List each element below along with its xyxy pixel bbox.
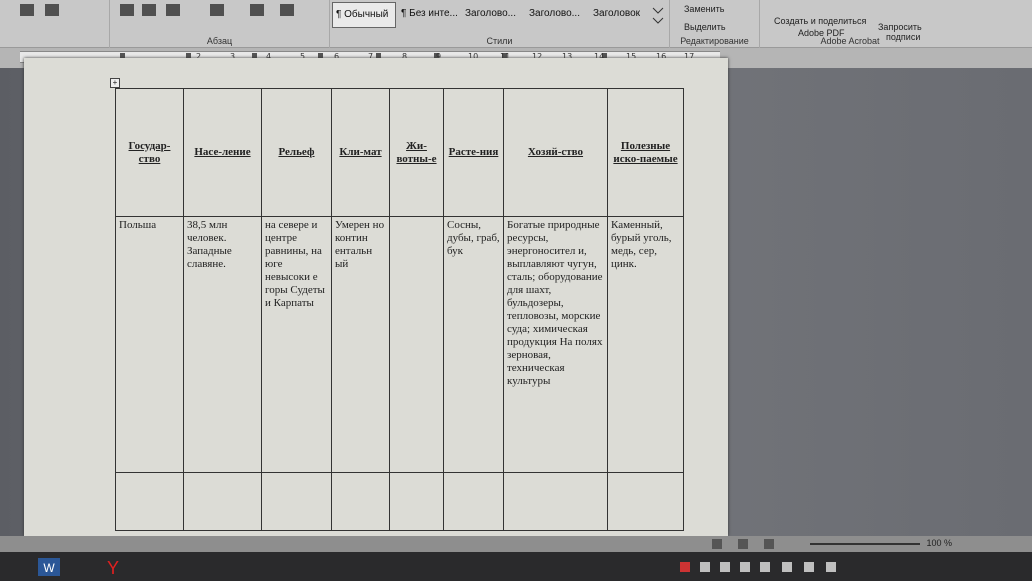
style-heading-1[interactable]: Заголово... [462, 2, 524, 28]
table-cell[interactable] [607, 472, 684, 531]
style-no-spacing[interactable]: ¶ Без инте... [398, 2, 460, 28]
table-header-cell[interactable]: Государ-ство [115, 88, 184, 217]
table-cell[interactable]: Польша [115, 216, 184, 473]
print-layout-icon[interactable] [738, 539, 748, 549]
table-header-cell[interactable]: Рельеф [261, 88, 332, 217]
table-cell[interactable] [331, 472, 390, 531]
volume-icon[interactable] [804, 562, 814, 572]
chevron-down-icon [652, 7, 664, 24]
select-button[interactable]: Выделить [684, 22, 726, 32]
table-row-empty [115, 472, 684, 531]
web-layout-icon[interactable] [764, 539, 774, 549]
table-cell[interactable]: Богатые природные ресурсы, энергоносител… [503, 216, 608, 473]
tray-app-icon[interactable] [740, 562, 750, 572]
create-share-button[interactable]: Создать и поделиться [774, 16, 866, 26]
align-center-icon[interactable] [142, 4, 156, 16]
read-mode-icon[interactable] [712, 539, 722, 549]
acrobat-group-label: Adobe Acrobat [820, 36, 880, 46]
style-heading-2[interactable]: Заголово... [526, 2, 588, 28]
zoom-slider[interactable] [810, 543, 920, 545]
table-cell[interactable]: на севере и центре равнины, на юге невыс… [261, 216, 332, 473]
table-cell[interactable]: Умерен но контин ентальн ый [331, 216, 390, 473]
table-header-cell[interactable]: Кли-мат [331, 88, 390, 217]
ribbon-group-editing: Заменить Выделить Редактирование [670, 0, 760, 48]
ribbon-group-styles: ¶ Обычный ¶ Без инте... Заголово... Заго… [330, 0, 670, 48]
ribbon-group-paragraph: Абзац [110, 0, 330, 48]
align-right-icon[interactable] [166, 4, 180, 16]
borders-icon[interactable] [280, 4, 294, 16]
document-table: Государ-ство Насе-ление Рельеф Кли-мат Ж… [115, 88, 684, 531]
ribbon: Абзац ¶ Обычный ¶ Без инте... Заголово..… [0, 0, 1032, 48]
taskbar: W Y [0, 552, 1032, 581]
tray-app-icon[interactable] [720, 562, 730, 572]
table-header-cell[interactable]: Хозяй-ство [503, 88, 608, 217]
bullets-icon[interactable] [20, 4, 34, 16]
table-cell[interactable]: 38,5 млн человек. Западные славяне. [183, 216, 262, 473]
yandex-browser-icon[interactable]: Y [100, 556, 126, 578]
table-cell[interactable]: Каменный, бурый уголь, медь, сер, цинк. [607, 216, 684, 473]
replace-button[interactable]: Заменить [684, 4, 724, 14]
table-cell[interactable]: Сосны, дубы, граб, бук [443, 216, 504, 473]
table-cell[interactable] [115, 472, 184, 531]
network-icon[interactable] [782, 562, 792, 572]
editing-group-label: Редактирование [680, 36, 749, 46]
table-move-handle-icon[interactable]: + [110, 78, 120, 88]
request-signatures-button[interactable]: Запросить [878, 22, 922, 32]
zoom-level[interactable]: 100 % [926, 538, 952, 548]
styles-group-label: Стили [486, 36, 513, 46]
language-icon[interactable] [826, 562, 836, 572]
svg-text:Y: Y [107, 558, 119, 578]
line-spacing-icon[interactable] [210, 4, 224, 16]
tray-app-icon[interactable] [700, 562, 710, 572]
table-cell[interactable] [503, 472, 608, 531]
table-header-cell[interactable]: Полезные иско-паемые [607, 88, 684, 217]
ribbon-group-acrobat: Создать и поделиться Adobe PDF Запросить… [760, 0, 940, 48]
align-left-icon[interactable] [120, 4, 134, 16]
table-header-row: Государ-ство Насе-ление Рельеф Кли-мат Ж… [115, 88, 684, 217]
ribbon-group-font-tail [0, 0, 110, 48]
shading-icon[interactable] [250, 4, 264, 16]
paragraph-group-label: Абзац [206, 36, 233, 46]
tray-app-icon[interactable] [760, 562, 770, 572]
table-row: Польша 38,5 млн человек. Западные славян… [115, 216, 684, 473]
svg-text:W: W [43, 561, 55, 575]
numbering-icon[interactable] [45, 4, 59, 16]
styles-gallery-scroll[interactable] [651, 2, 665, 28]
word-app-icon[interactable]: W [36, 556, 62, 578]
style-normal[interactable]: ¶ Обычный [332, 2, 396, 28]
status-bar: 100 % [0, 536, 1032, 552]
style-title[interactable]: Заголовок [590, 2, 650, 28]
tray-app-icon[interactable] [680, 562, 690, 572]
table-cell[interactable] [261, 472, 332, 531]
table-cell[interactable] [443, 472, 504, 531]
table-header-cell[interactable]: Жи-вотны-е [389, 88, 444, 217]
table-header-cell[interactable]: Расте-ния [443, 88, 504, 217]
table-cell[interactable] [389, 216, 444, 473]
table-header-cell[interactable]: Насе-ление [183, 88, 262, 217]
table-cell[interactable] [183, 472, 262, 531]
table-cell[interactable] [389, 472, 444, 531]
